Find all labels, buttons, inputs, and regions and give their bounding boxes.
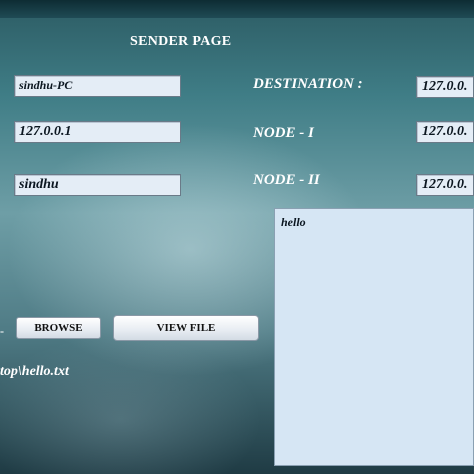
page-title: SENDER PAGE <box>130 34 232 49</box>
node-ii-label: NODE - II <box>253 172 320 188</box>
destination-label: DESTINATION : <box>253 76 363 92</box>
username-field[interactable]: sindhu <box>14 174 181 196</box>
file-content-text: hello <box>281 215 306 229</box>
file-label-fragment: - <box>0 324 4 338</box>
file-content-textarea[interactable]: hello <box>274 208 474 466</box>
node-ii-ip-field[interactable]: 127.0.0. <box>416 174 474 196</box>
destination-ip-field[interactable]: 127.0.0. <box>416 76 474 98</box>
node-i-label: NODE - I <box>253 125 314 141</box>
browse-button[interactable]: BROWSE <box>16 317 101 339</box>
ip-field[interactable]: 127.0.0.1 <box>14 121 181 143</box>
window-title-bar <box>0 0 474 18</box>
view-file-button[interactable]: VIEW FILE <box>113 315 259 341</box>
file-path-text: top\hello.txt <box>0 364 69 379</box>
node-i-ip-field[interactable]: 127.0.0. <box>416 121 474 143</box>
hostname-field[interactable]: sindhu-PC <box>14 75 181 97</box>
